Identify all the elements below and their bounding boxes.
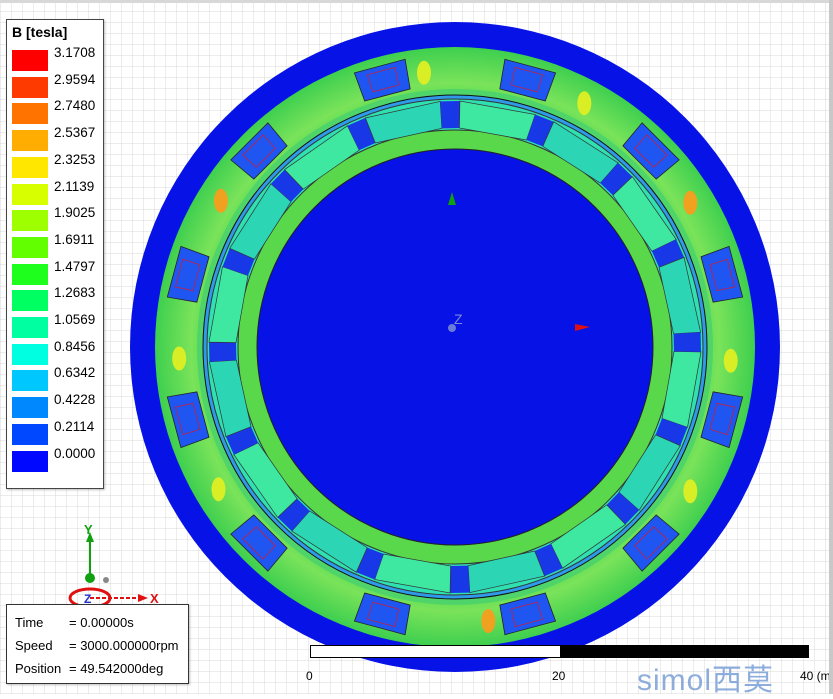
viewport-right-border — [829, 0, 833, 694]
watermark-logo: simol西莫 — [637, 664, 775, 697]
legend-swatch — [12, 76, 48, 98]
legend-swatch — [12, 450, 48, 472]
legend-value: 2.5367 — [54, 125, 96, 141]
simulation-info-panel: Time = 0.00000s Speed = 3000.000000rpm Pos… — [6, 604, 189, 684]
legend-swatch — [12, 343, 48, 365]
legend-swatch — [12, 370, 48, 392]
speed-label: Speed — [15, 638, 53, 653]
legend-value: 0.0000 — [54, 445, 96, 461]
scale-segment-white — [310, 645, 562, 658]
time-value: = 0.00000s — [69, 615, 134, 630]
flux-hotspot — [723, 348, 738, 373]
flux-hotspot — [577, 91, 592, 116]
legend-value: 1.9025 — [54, 205, 96, 221]
speed-row: Speed = 3000.000000rpm — [15, 638, 179, 653]
triad-x-arrow — [138, 594, 148, 602]
time-label: Time — [15, 615, 44, 630]
scale-tick-40: 40 (m — [800, 669, 831, 683]
legend-value: 0.8456 — [54, 338, 96, 354]
legend-swatch — [12, 397, 48, 419]
position-row: Position = 49.542000deg — [15, 661, 163, 676]
flux-hotspot — [213, 188, 228, 213]
legend-value: 0.6342 — [54, 365, 96, 381]
legend-swatch — [12, 183, 48, 205]
legend-swatch — [12, 423, 48, 445]
position-value: = 49.542000deg — [69, 661, 164, 676]
legend-value: 1.6911 — [54, 231, 95, 247]
magnet-gap — [209, 342, 237, 362]
legend-swatch — [12, 50, 48, 71]
flux-hotspot — [417, 60, 431, 85]
legend-swatch — [12, 130, 48, 152]
legend-swatch — [12, 236, 48, 258]
origin-z-label: Z — [454, 311, 463, 327]
scale-tick-0: 0 — [306, 669, 313, 683]
position-label: Position — [15, 661, 62, 676]
legend-value: 2.9594 — [54, 71, 96, 87]
legend-value: 1.0569 — [54, 312, 96, 327]
triad-y-base — [85, 573, 95, 583]
legend-swatch — [12, 290, 48, 312]
magnet-gap — [440, 101, 460, 129]
legend-value: 3.1708 — [54, 45, 96, 60]
flux-hotspot — [481, 609, 496, 633]
color-legend: B [tesla] 3.1708 2.9594 2.7480 2.5367 2.3253… — [6, 19, 104, 489]
field-plot-viewport[interactable]: Z B [tesla] 3.1708 2.9594 2.7480 2.5367 2.32… — [0, 0, 833, 697]
flux-hotspot — [683, 190, 698, 215]
legend-value: 1.4797 — [54, 258, 96, 274]
legend-swatch — [12, 210, 48, 232]
legend-swatch — [12, 103, 48, 125]
legend-value: 1.2683 — [54, 285, 96, 301]
triad-pivot — [103, 577, 109, 583]
legend-swatch — [12, 263, 48, 285]
legend-value: 0.2114 — [54, 418, 95, 434]
speed-value: = 3000.000000rpm — [69, 638, 179, 653]
rotor-shaft — [256, 148, 654, 546]
legend-value: 0.4228 — [54, 392, 96, 408]
flux-hotspot — [172, 346, 187, 371]
legend-swatch — [12, 156, 48, 178]
legend-value: 2.3253 — [54, 151, 96, 167]
flux-hotspot — [211, 477, 226, 502]
legend-swatch — [12, 317, 48, 338]
triad-y-label: Y — [84, 522, 93, 537]
scale-tick-20: 20 — [552, 669, 566, 683]
legend-value: 2.7480 — [54, 98, 96, 114]
magnet-gap — [450, 565, 470, 593]
magnet-gap — [673, 332, 701, 352]
legend-value: 2.1139 — [54, 178, 95, 194]
axis-triad: Y X Z — [68, 522, 159, 606]
time-row: Time = 0.00000s — [15, 615, 134, 630]
legend-title: B [tesla] — [12, 24, 68, 40]
flux-hotspot — [683, 479, 698, 504]
